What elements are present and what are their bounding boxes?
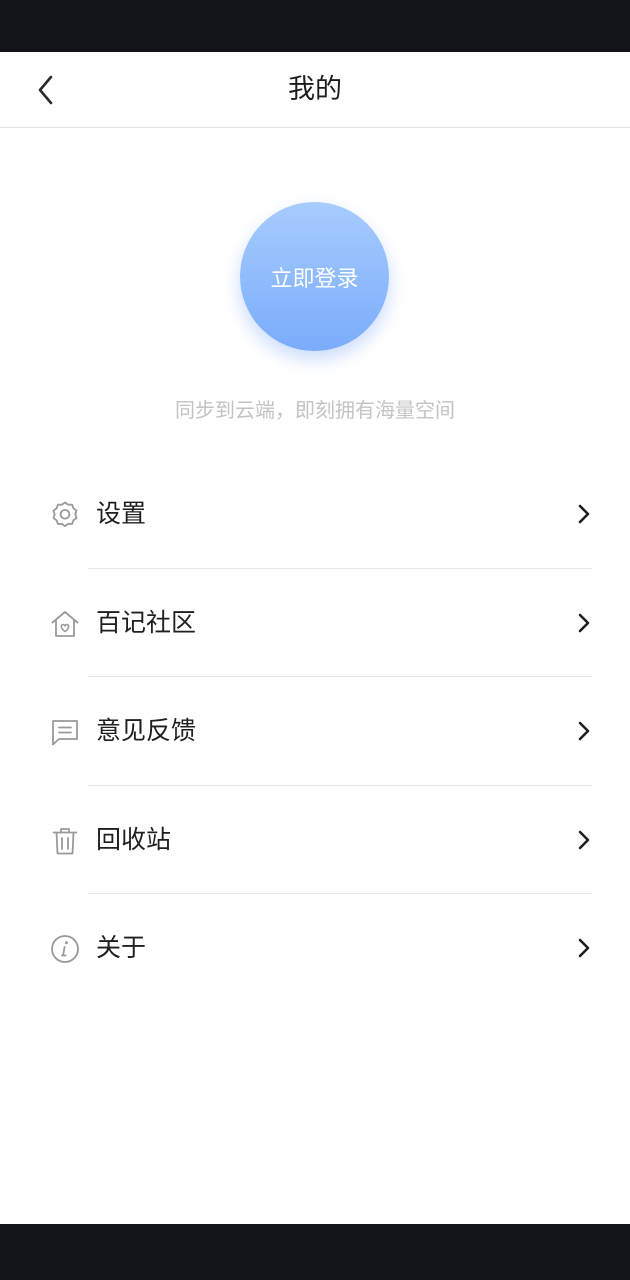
menu-item-label: 意见反馈 <box>96 716 197 745</box>
trash-icon <box>48 824 82 858</box>
menu-item-settings[interactable]: 设置 <box>0 460 630 569</box>
login-button[interactable]: 立即登录 <box>240 202 389 351</box>
menu-item-recycle-bin[interactable]: 回收站 <box>0 786 630 894</box>
menu-item-label: 关于 <box>96 933 147 962</box>
chevron-right-icon <box>572 828 596 852</box>
login-hint: 同步到云端，即刻拥有海量空间 <box>175 398 455 422</box>
menu-list: 设置 百记社区 意见反馈 回收站 关于 <box>0 460 630 1003</box>
menu-item-community[interactable]: 百记社区 <box>0 569 630 677</box>
nav-bar: 我的 <box>0 52 630 128</box>
chevron-right-icon <box>572 936 596 960</box>
login-button-label: 立即登录 <box>270 266 359 292</box>
menu-item-label: 设置 <box>96 499 147 528</box>
menu-item-feedback[interactable]: 意见反馈 <box>0 677 630 786</box>
menu-item-label: 回收站 <box>96 824 172 854</box>
chevron-left-icon <box>38 75 53 105</box>
message-icon <box>48 715 82 749</box>
menu-item-about[interactable]: 关于 <box>0 894 630 1003</box>
home-heart-icon <box>48 607 82 641</box>
page-title: 我的 <box>288 74 342 105</box>
back-button[interactable] <box>22 66 70 114</box>
status-bar <box>0 0 630 52</box>
menu-item-label: 百记社区 <box>96 607 197 637</box>
info-icon <box>48 932 82 966</box>
gear-icon <box>48 498 82 532</box>
chevron-right-icon <box>572 502 596 526</box>
navigation-bar <box>0 1224 630 1280</box>
chevron-right-icon <box>572 719 596 743</box>
chevron-right-icon <box>572 611 596 635</box>
